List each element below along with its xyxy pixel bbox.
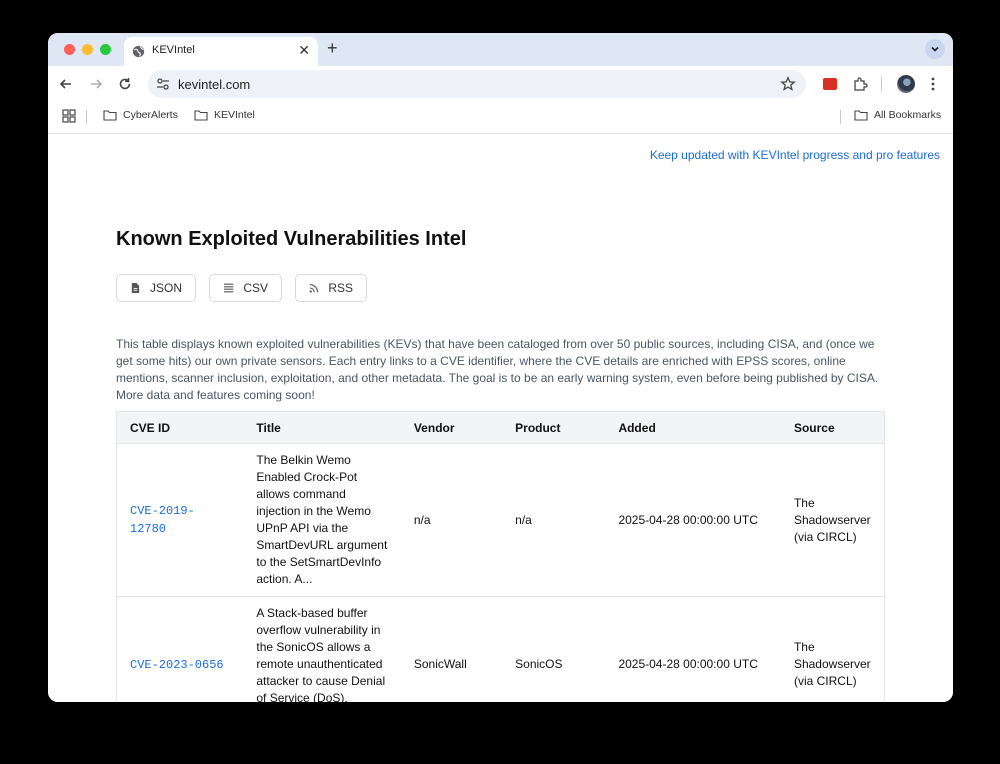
browser-window: KEVIntel ✕ + kevintel.com CyberAlerts KE… (48, 33, 953, 702)
folder-icon (194, 109, 208, 121)
maximize-window-button[interactable] (100, 44, 111, 55)
cell-vendor: SonicWall (400, 596, 503, 702)
globe-icon (132, 45, 145, 58)
bookmark-label: KEVIntel (214, 109, 255, 121)
list-icon (223, 283, 234, 293)
site-info-icon[interactable] (156, 77, 170, 91)
column-header-cve-id[interactable]: CVE ID (116, 411, 244, 444)
apps-grid-icon[interactable] (62, 109, 76, 123)
browser-toolbar: kevintel.com (48, 66, 953, 102)
close-window-button[interactable] (64, 44, 75, 55)
close-tab-icon[interactable]: ✕ (298, 42, 310, 58)
cell-product: n/a (502, 443, 606, 597)
address-bar[interactable]: kevintel.com (148, 70, 806, 98)
column-header-product[interactable]: Product (502, 411, 606, 444)
cell-product: SonicOS (502, 596, 606, 702)
json-button-label: JSON (149, 281, 182, 295)
minimize-window-button[interactable] (82, 44, 93, 55)
reload-icon (119, 78, 131, 90)
bookmark-cyberalerts[interactable]: CyberAlerts (103, 109, 178, 121)
cell-vendor: n/a (400, 443, 503, 597)
rss-button-label: RSS (328, 281, 353, 295)
cell-source: The Shadowserver (via CIRCL) (780, 443, 885, 597)
tab-title: KEVIntel (152, 44, 195, 56)
more-menu-icon[interactable] (930, 76, 936, 92)
toolbar-separator (881, 77, 882, 91)
chevron-down-icon (931, 46, 939, 52)
bookmark-kevintel[interactable]: KEVIntel (194, 109, 255, 121)
cell-source: The Shadowserver (via CIRCL) (780, 596, 885, 702)
all-bookmarks-button[interactable]: All Bookmarks (854, 109, 941, 121)
folder-icon (103, 109, 117, 121)
reload-button[interactable] (116, 75, 134, 93)
file-icon (131, 282, 140, 294)
rss-icon (309, 284, 319, 293)
rss-feed-button[interactable]: RSS (295, 274, 367, 302)
csv-download-button[interactable]: CSV (209, 274, 282, 302)
promo-link[interactable]: Keep updated with KEVIntel progress and … (650, 148, 940, 162)
cell-added: 2025-04-28 00:00:00 UTC (605, 596, 781, 702)
extensions-puzzle-icon[interactable] (852, 76, 868, 92)
table-row: CVE-2023-0656 A Stack-based buffer overf… (116, 596, 885, 702)
folder-icon (854, 109, 868, 121)
column-header-title[interactable]: Title (243, 411, 401, 444)
column-header-source[interactable]: Source (780, 411, 885, 444)
extension-icon[interactable] (823, 78, 837, 90)
json-download-button[interactable]: JSON (116, 274, 196, 302)
csv-button-label: CSV (243, 281, 268, 295)
column-header-added[interactable]: Added (605, 411, 781, 444)
all-bookmarks-label: All Bookmarks (874, 109, 942, 121)
page-title: Known Exploited Vulnerabilities Intel (116, 228, 467, 250)
tab-search-button[interactable] (925, 39, 945, 59)
kev-table: CVE ID Title Vendor Product Added Source… (116, 411, 885, 702)
bookmark-label: CyberAlerts (123, 109, 178, 121)
url-text[interactable]: kevintel.com (178, 77, 250, 92)
browser-tab[interactable]: KEVIntel ✕ (124, 37, 318, 66)
cell-added: 2025-04-28 00:00:00 UTC (605, 443, 781, 597)
table-row: CVE-2019-12780 The Belkin Wemo Enabled C… (116, 443, 885, 597)
bookmark-star-icon[interactable] (780, 76, 796, 92)
new-tab-button[interactable]: + (327, 38, 338, 58)
cve-link[interactable]: CVE-2023-0656 (130, 658, 224, 672)
arrow-left-icon (59, 79, 71, 89)
cell-title: A Stack-based buffer overflow vulnerabil… (243, 596, 401, 702)
arrow-right-icon (91, 79, 103, 89)
page-content: Keep updated with KEVIntel progress and … (48, 134, 953, 702)
cell-title: The Belkin Wemo Enabled Crock-Pot allows… (243, 443, 401, 597)
back-button[interactable] (57, 75, 75, 93)
column-header-vendor[interactable]: Vendor (400, 411, 503, 444)
tab-strip: KEVIntel ✕ + (48, 33, 953, 66)
bookmarks-separator (840, 110, 841, 124)
window-controls (64, 44, 111, 55)
cve-link[interactable]: CVE-2019-12780 (130, 504, 195, 536)
bookmarks-bar: CyberAlerts KEVIntel All Bookmarks (48, 102, 953, 134)
bookmarks-separator (86, 110, 87, 124)
page-description: This table displays known exploited vuln… (116, 337, 879, 402)
table-header-row: CVE ID Title Vendor Product Added Source (116, 411, 885, 444)
profile-avatar[interactable] (897, 75, 915, 93)
forward-button[interactable] (87, 75, 105, 93)
